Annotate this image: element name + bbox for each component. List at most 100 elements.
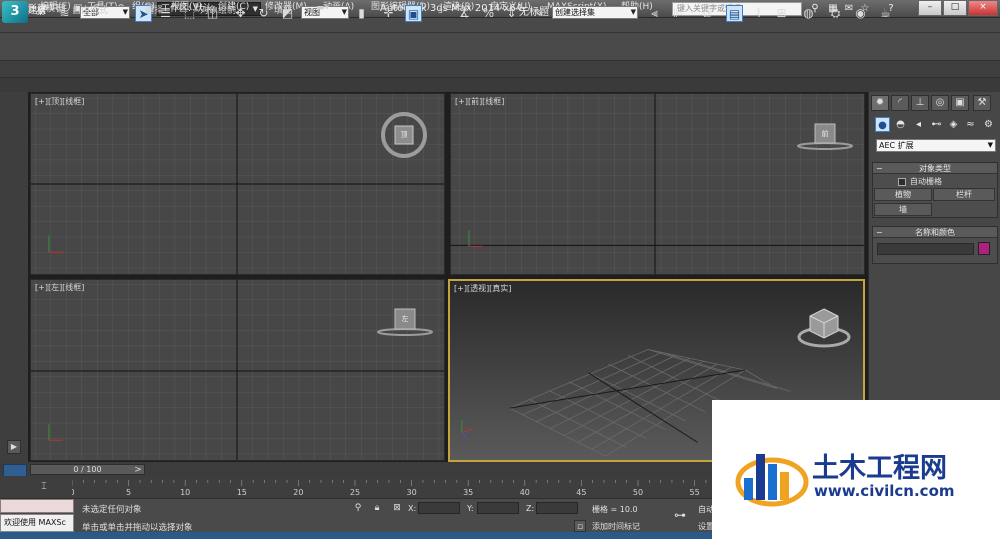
ribbon-options-icon[interactable]: ▬▾ [316,3,329,13]
viewport-label[interactable]: [+][前][线框] [455,96,504,107]
schematic-view-icon[interactable]: ⊞ [773,5,790,22]
name-color-title: 名称和颜色 [915,228,955,237]
display-tab-icon[interactable]: ▣ [951,95,969,111]
track-tick-label: 40 [520,488,530,497]
rendered-frame-window-icon[interactable]: ◉ [852,5,869,22]
set-key-icon[interactable]: ⊶ [670,509,690,521]
minimize-button[interactable]: – [918,0,942,16]
add-time-tag-button[interactable]: 添加时间标记 [592,521,640,532]
viewport-label[interactable]: [+][透视][真实] [454,283,511,294]
viewcube[interactable] [796,303,852,351]
autogrid-label: 自动栅格 [910,177,942,186]
snaps-toggle-icon[interactable]: ³ [432,5,449,22]
edit-named-selection-icon[interactable]: ✎ [530,5,547,22]
viewport-left-bar [0,92,28,462]
layer-manager-icon[interactable]: ⧉ [698,5,715,22]
ribbon-tab-populate[interactable]: 填充 [274,3,292,16]
time-tag-icon[interactable]: ▫ [574,520,586,532]
utilities-tab-icon[interactable]: ⚒ [973,95,991,111]
spinner-snap-icon[interactable]: ⇕ [503,5,520,22]
hierarchy-tab-icon[interactable]: ⊥ [911,95,929,111]
track-ruler[interactable]: 0 5 10 15 20 25 30 35 40 45 50 55 [72,480,752,498]
object-category-select[interactable]: AEC 扩展 ▼ [876,139,996,152]
z-coordinate-label: Z: [526,504,535,513]
cameras-icon[interactable]: ⊷ [929,117,944,132]
render-setup-icon[interactable]: ⛭ [827,5,844,22]
named-selection-select[interactable]: 创建选择集 ▼ [552,6,638,19]
track-tick-label: 15 [237,488,247,497]
keyboard-shortcut-override-icon[interactable]: ▣ [405,5,422,22]
viewport-front[interactable]: [+][前][线框] 前 [450,93,865,275]
chevron-down-icon: ▼ [122,8,128,16]
helpers-icon[interactable]: ◈ [946,117,961,132]
close-button[interactable]: × [968,0,998,16]
bind-to-space-warp-icon[interactable]: ≋ [56,5,73,22]
object-color-swatch[interactable] [978,242,990,255]
absolute-mode-icon[interactable]: ⊠ [391,502,403,514]
viewcube-face-label: 左 [401,315,409,323]
maxscript-listener-top[interactable] [0,499,74,513]
lights-icon[interactable]: ◂ [911,117,926,132]
object-type-rollout-header[interactable]: − 对象类型 [873,163,997,174]
viewport-label[interactable]: [+][左][线框] [35,282,84,293]
selection-lock-icon[interactable]: 🔒︎ [371,502,383,514]
graphite-toolbar-icon[interactable]: ▤ [726,5,743,22]
expand-panel-icon[interactable]: ▶ [7,440,21,454]
app-logo-button[interactable]: 3 [2,1,28,23]
maxscript-mini-listener[interactable]: 欢迎使用 MAXSc [0,514,74,532]
viewcube-face-label: 前 [821,130,829,138]
viewport-top[interactable]: [+][顶][线框] 顶 [30,93,445,275]
select-and-manipulate-icon[interactable]: ✛ [380,5,397,22]
render-production-icon[interactable]: ☕ [877,5,894,22]
modify-tab-icon[interactable]: ◜ [891,95,909,111]
object-category-value: AEC 扩展 [879,141,914,150]
create-tab-icon[interactable]: ✹ [871,95,889,111]
isolate-selection-icon[interactable]: ⚲ [352,502,364,514]
track-tick-label: 0 [72,488,75,497]
x-coordinate-input[interactable] [418,502,460,514]
viewcube-face-label: 顶 [400,131,408,139]
railing-button[interactable]: 栏杆 [933,188,995,201]
curve-editor-icon[interactable]: ⌇ [750,5,767,22]
named-selection-value: 创建选择集 [555,8,595,17]
track-tick-label: 30 [407,488,417,497]
wall-button[interactable]: 墙 [874,203,932,216]
track-filter-icon[interactable]: ⌶ [38,481,50,493]
collapse-icon: − [876,164,883,173]
systems-icon[interactable]: ⚙ [981,117,996,132]
select-and-rotate-icon[interactable]: ↻ [255,5,272,22]
track-tick-label: 20 [293,488,303,497]
maximize-button[interactable]: □ [943,0,967,16]
material-editor-icon[interactable]: ◍ [800,5,817,22]
viewport-left[interactable]: [+][左][线框] 左 [30,279,445,461]
collapse-icon: − [876,228,883,237]
ribbon-tab-selection[interactable]: 选择 [145,3,163,16]
track-tick-label: 50 [633,488,643,497]
angle-snap-icon[interactable]: ∡ [456,5,473,22]
viewport-label[interactable]: [+][顶][线框] [35,96,84,107]
y-coordinate-input[interactable] [477,502,519,514]
motion-tab-icon[interactable]: ◎ [931,95,949,111]
rectangular-selection-icon[interactable]: ⬚ [181,5,198,22]
chevron-down-icon: ▼ [341,8,347,16]
ribbon-tab-freeform[interactable]: 自由形式 [72,3,108,16]
shapes-icon[interactable]: ◓ [893,117,908,132]
pivot-center-icon[interactable]: ▮ [353,5,370,22]
mirror-icon[interactable]: ⫷ [646,5,663,22]
geometry-icon[interactable]: ● [875,117,890,132]
foliage-button[interactable]: 植物 [874,188,932,201]
track-tick-label: 5 [126,488,131,497]
z-coordinate-input[interactable] [536,502,578,514]
slider-right-arrow-icon[interactable]: > [132,464,144,476]
align-icon[interactable]: ⊫ [670,5,687,22]
chevron-down-icon: ▼ [630,8,636,16]
percent-snap-icon[interactable]: % [480,5,497,22]
space-warps-icon[interactable]: ≈ [963,117,978,132]
ribbon-tab-object-paint[interactable]: 对象绘制 [200,3,236,16]
name-color-rollout-header[interactable]: − 名称和颜色 [873,227,997,238]
object-name-input[interactable] [877,243,974,255]
grid [451,94,864,274]
autogrid-checkbox[interactable] [898,178,906,186]
track-tick-label: 10 [180,488,190,497]
time-slider[interactable]: 0 / 100 [30,464,145,475]
